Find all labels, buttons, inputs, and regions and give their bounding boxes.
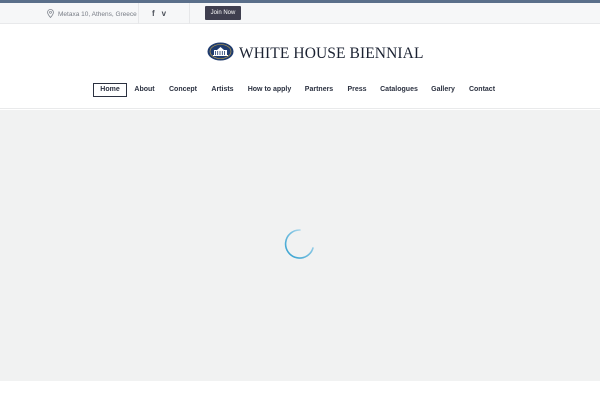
- main-navigation: Home About Concept Artists How to apply …: [0, 83, 600, 97]
- nav-item-partners[interactable]: Partners: [302, 83, 336, 97]
- topbar-divider: [189, 3, 190, 24]
- location: Metaxa 10, Athens, Greece: [47, 8, 137, 20]
- location-text: Metaxa 10, Athens, Greece: [58, 10, 137, 18]
- nav-item-concept[interactable]: Concept: [166, 83, 200, 97]
- page-bottom: [0, 381, 600, 400]
- nav-item-about[interactable]: About: [132, 83, 157, 97]
- nav-item-gallery[interactable]: Gallery: [428, 83, 458, 97]
- vimeo-icon[interactable]: v: [162, 8, 166, 20]
- site-logo[interactable]: WHITE HOUSE BIENNIAL: [207, 42, 424, 66]
- nav-item-artists[interactable]: Artists: [209, 83, 236, 97]
- loading-spinner-icon: [284, 228, 316, 260]
- site-header: WHITE HOUSE BIENNIAL Home About Concept …: [0, 25, 600, 109]
- topbar-divider: [138, 3, 139, 24]
- top-bar: Metaxa 10, Athens, Greece f v Join Now: [0, 3, 600, 24]
- nav-item-catalogues[interactable]: Catalogues: [378, 83, 420, 97]
- nav-item-home[interactable]: Home: [93, 83, 127, 97]
- map-pin-icon: [47, 5, 54, 23]
- join-now-button[interactable]: Join Now: [205, 6, 241, 20]
- nav-item-how-to-apply[interactable]: How to apply: [245, 83, 294, 97]
- nav-item-press[interactable]: Press: [345, 83, 369, 97]
- logo-text: WHITE HOUSE BIENNIAL: [239, 45, 424, 62]
- facebook-icon[interactable]: f: [152, 8, 155, 20]
- social-links: f v: [152, 8, 166, 20]
- nav-item-contact[interactable]: Contact: [466, 83, 498, 97]
- white-house-seal-icon: [207, 42, 234, 66]
